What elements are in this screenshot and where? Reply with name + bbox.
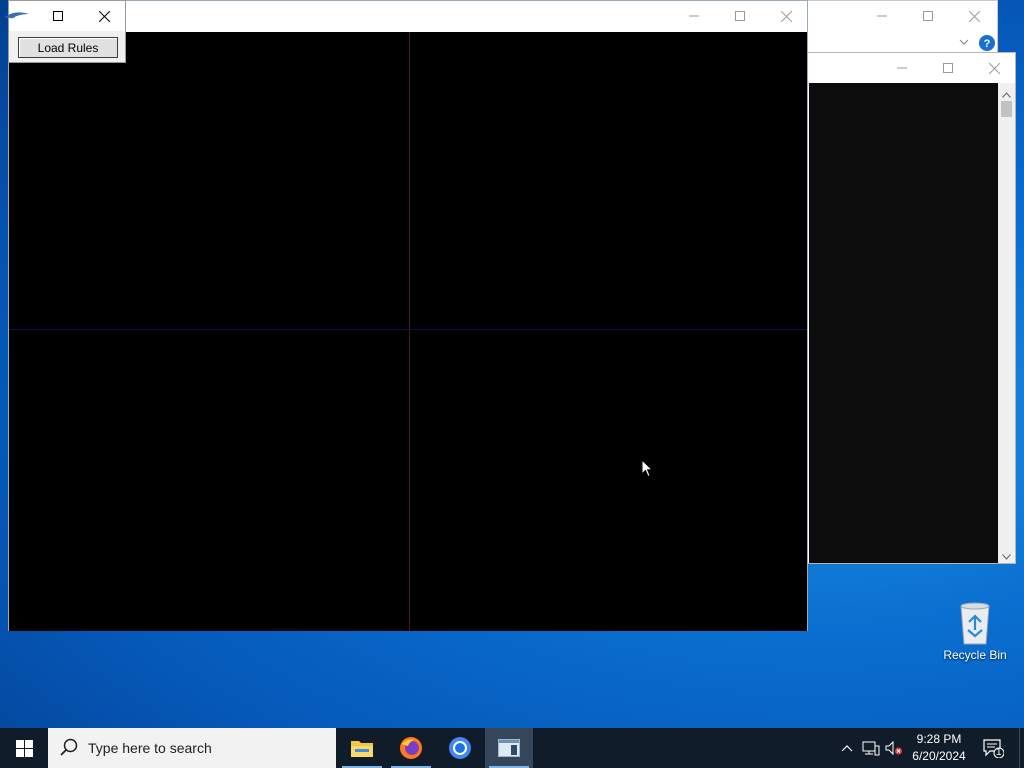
chrome-icon <box>449 737 471 759</box>
app-window-taskbar-button[interactable] <box>485 728 533 768</box>
start-button[interactable] <box>0 728 48 768</box>
chevron-up-icon[interactable] <box>838 728 856 768</box>
close-icon[interactable] <box>763 1 809 31</box>
vertical-scrollbar[interactable] <box>998 83 1015 563</box>
firefox-taskbar-button[interactable] <box>387 728 435 768</box>
search-icon <box>60 738 78 759</box>
window-app-icon <box>498 739 520 757</box>
windows-logo-icon <box>15 739 33 757</box>
system-clock[interactable]: 9:28 PM 6/20/2024 <box>906 731 972 765</box>
search-placeholder: Type here to search <box>88 740 212 756</box>
vertical-axis-line <box>409 32 410 631</box>
folder-icon <box>351 741 373 757</box>
maximize-icon[interactable] <box>35 1 81 31</box>
rules-tool-window[interactable]: Load Rules <box>5 0 127 63</box>
console-window[interactable] <box>800 52 1016 564</box>
recycle-bin-shortcut[interactable]: Recycle Bin <box>932 600 1018 672</box>
close-icon[interactable] <box>81 1 127 31</box>
svg-text:?: ? <box>984 38 991 50</box>
console-output-area[interactable] <box>809 83 999 563</box>
maximize-icon[interactable] <box>925 53 971 83</box>
drawing-canvas[interactable] <box>9 32 807 631</box>
graphics-window[interactable] <box>8 0 808 631</box>
volume-muted-icon[interactable] <box>884 728 904 768</box>
close-icon[interactable] <box>951 1 997 31</box>
load-rules-button[interactable]: Load Rules <box>18 37 118 58</box>
minimize-icon[interactable] <box>879 53 925 83</box>
minimize-icon[interactable] <box>859 1 905 31</box>
scrollbar-thumb[interactable] <box>1001 101 1012 117</box>
show-desktop-button[interactable] <box>1019 728 1024 768</box>
maximize-icon[interactable] <box>717 1 763 31</box>
recycle-bin-label: Recycle Bin <box>943 648 1007 662</box>
taskbar: Type here to search 9:28 PM 6/20/2024 1 <box>0 728 1024 768</box>
network-icon[interactable] <box>861 728 881 768</box>
notification-center-button[interactable]: 1 <box>978 728 1008 768</box>
app-icon <box>5 10 31 25</box>
minimize-icon[interactable] <box>671 1 717 31</box>
close-icon[interactable] <box>971 53 1017 83</box>
search-input[interactable]: Type here to search <box>48 728 336 768</box>
recycle-bin-icon <box>932 600 1018 646</box>
background-window[interactable]: ? <box>790 0 998 58</box>
clock-time: 9:28 PM <box>916 732 962 746</box>
firefox-icon <box>400 737 422 759</box>
mouse-cursor-icon <box>641 458 654 481</box>
clock-date: 6/20/2024 <box>912 749 966 763</box>
notification-count: 1 <box>996 747 1002 758</box>
chrome-taskbar-button[interactable] <box>436 728 484 768</box>
maximize-icon[interactable] <box>905 1 951 31</box>
scroll-up-icon[interactable] <box>1002 87 1011 101</box>
scroll-down-icon[interactable] <box>1002 549 1011 563</box>
chevron-down-icon[interactable] <box>959 36 969 50</box>
file-explorer-taskbar-button[interactable] <box>338 728 386 768</box>
horizontal-axis-line <box>9 329 807 330</box>
